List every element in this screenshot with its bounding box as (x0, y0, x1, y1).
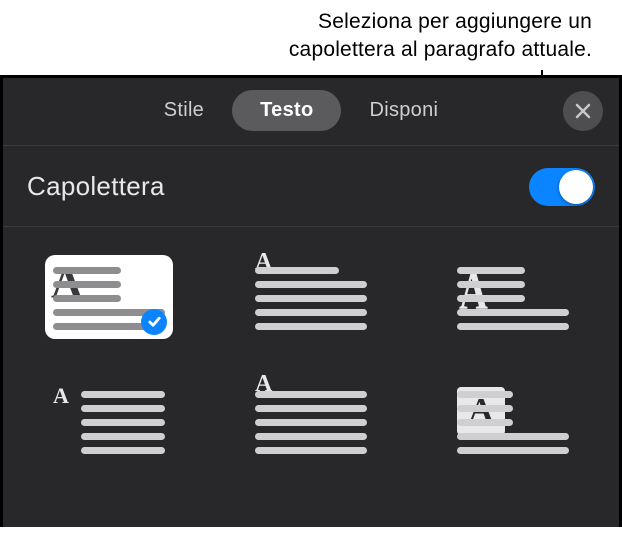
tab-stile[interactable]: Stile (136, 90, 232, 131)
callout-line2: capolettera al paragrafo attuale. (0, 36, 592, 64)
segmented-control: Stile Testo Disponi (136, 90, 467, 131)
check-icon (141, 309, 167, 335)
dropcap-option-5[interactable]: A (247, 379, 375, 463)
dropcap-option-6[interactable]: A (449, 379, 577, 463)
tab-testo[interactable]: Testo (232, 90, 341, 131)
tab-bar: Stile Testo Disponi (3, 78, 619, 145)
capolettera-label: Capolettera (27, 171, 165, 202)
dropcap-option-4[interactable]: A (45, 379, 173, 463)
close-button[interactable] (563, 91, 603, 131)
dropcap-option-3[interactable]: A (449, 255, 577, 339)
callout-text: Seleziona per aggiungere un capolettera … (0, 0, 622, 75)
dropcap-options-grid: A A (3, 227, 619, 481)
capolettera-toggle[interactable] (529, 168, 595, 206)
capolettera-row: Capolettera (3, 145, 619, 227)
tab-disponi[interactable]: Disponi (341, 90, 466, 131)
callout-line1: Seleziona per aggiungere un (0, 8, 592, 36)
toggle-knob (559, 170, 593, 204)
close-icon (574, 102, 592, 120)
format-panel: Stile Testo Disponi Capolettera A (0, 75, 622, 527)
dropcap-option-2[interactable]: A (247, 255, 375, 339)
dropcap-option-1[interactable]: A (45, 255, 173, 339)
